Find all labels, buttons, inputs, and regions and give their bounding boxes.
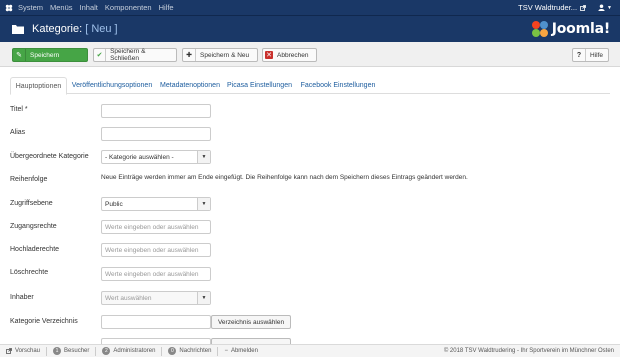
alias-label: Alias <box>10 129 26 136</box>
joomla-brand: Joomla! <box>530 19 610 39</box>
tab-main-options[interactable]: Hauptoptionen <box>10 77 67 95</box>
check-icon: ✔ <box>94 49 107 61</box>
menu-item-help[interactable]: Hilfe <box>159 3 174 12</box>
joomla-logo-icon <box>531 21 548 37</box>
cancel-button[interactable]: ✕ Abbrechen <box>262 48 317 62</box>
toolbar: ✎ Speichern ✔ Speichern & Schließen ✚ Sp… <box>0 42 620 67</box>
access-value: Public <box>105 200 123 208</box>
save-button-label: Speichern <box>30 51 60 59</box>
parent-category-value: - Kategorie auswählen - <box>105 153 174 161</box>
access-select[interactable]: Public ▼ <box>101 197 211 211</box>
visitors-label: Besucher <box>64 348 90 354</box>
edit-icon: ✎ <box>13 49 26 61</box>
joomla-logo-icon[interactable] <box>5 4 13 12</box>
messages-badge: 0 <box>168 347 177 355</box>
save-button[interactable]: ✎ Speichern <box>12 48 88 62</box>
page-title: Kategorie: [ Neu ] <box>32 23 118 35</box>
close-icon: ✕ <box>265 51 273 59</box>
menu-item-system[interactable]: System <box>18 3 43 12</box>
parent-category-select[interactable]: - Kategorie auswählen - ▼ <box>101 150 211 164</box>
save-new-button[interactable]: ✚ Speichern & Neu <box>182 48 258 62</box>
delete-rights-input[interactable]: Werte eingeben oder auswählen <box>101 267 211 281</box>
save-new-button-label: Speichern & Neu <box>200 51 250 59</box>
choose-directory-button[interactable]: Verzeichnis auswählen <box>211 315 291 329</box>
top-navbar: System Menüs Inhalt Komponenten Hilfe TS… <box>0 0 620 15</box>
access-rights-label: Zugangsrechte <box>10 223 57 230</box>
user-menu[interactable]: ▼ <box>598 4 612 11</box>
page-title-prefix: Kategorie: <box>32 23 86 35</box>
access-label: Zugriffsebene <box>10 200 53 207</box>
divider <box>217 346 219 356</box>
joomla-wordmark: Joomla! <box>551 21 610 37</box>
chevron-down-icon: ▼ <box>197 198 210 210</box>
title-label: Titel * <box>10 106 28 113</box>
user-icon <box>598 4 605 11</box>
tab-metadata-options[interactable]: Metadatenoptionen <box>160 77 220 94</box>
chevron-down-icon: ▼ <box>607 4 612 11</box>
save-close-button-label: Speichern & Schließen <box>110 48 146 62</box>
chevron-down-icon: ▼ <box>197 151 210 163</box>
page-title-status: [ Neu ] <box>85 23 118 35</box>
delete-rights-label: Löschrechte <box>10 269 49 276</box>
divider <box>95 346 97 356</box>
visitors-badge: 1 <box>53 347 62 355</box>
minus-icon: − <box>224 348 228 354</box>
page-header: Kategorie: [ Neu ] Joomla! <box>0 15 620 42</box>
save-close-button[interactable]: ✔ Speichern & Schließen <box>93 48 177 62</box>
help-button-label: Hilfe <box>589 51 603 59</box>
preview-link[interactable]: Vorschau <box>6 348 40 354</box>
divider <box>46 346 48 356</box>
main-menu: System Menüs Inhalt Komponenten Hilfe <box>18 3 174 12</box>
tab-bar: Hauptoptionen Veröffentlichungsoptionen … <box>10 77 610 95</box>
site-name: TSV Waldtruder... <box>518 3 578 12</box>
owner-label: Inhaber <box>10 294 34 301</box>
help-button[interactable]: ? Hilfe <box>572 48 609 62</box>
folder-icon <box>12 25 24 34</box>
owner-select[interactable]: Wert auswählen ▼ <box>101 291 211 305</box>
owner-placeholder: Wert auswählen <box>105 294 152 302</box>
cancel-button-label: Abbrechen <box>277 51 309 59</box>
ordering-label: Reihenfolge <box>10 176 48 183</box>
tab-publishing-options[interactable]: Veröffentlichungsoptionen <box>70 77 154 94</box>
menu-item-menus[interactable]: Menüs <box>50 3 73 12</box>
menu-item-components[interactable]: Komponenten <box>105 3 152 12</box>
logout-label: Abmelden <box>230 348 258 354</box>
visitors-status[interactable]: 1 Besucher <box>53 347 89 355</box>
parent-category-label: Übergeordnete Kategorie <box>10 153 89 160</box>
preview-label: Vorschau <box>15 348 41 354</box>
title-input[interactable] <box>101 104 211 118</box>
ordering-notice: Neue Einträge werden immer am Ende einge… <box>101 174 468 181</box>
tab-picasa-settings[interactable]: Picasa Einstellungen <box>226 77 293 94</box>
status-bar: Vorschau 1 Besucher 2 Administratoren 0 … <box>0 344 620 357</box>
logout-link[interactable]: − Abmelden <box>224 348 258 354</box>
divider <box>161 346 163 356</box>
site-link[interactable]: TSV Waldtruder... <box>518 3 586 12</box>
question-icon: ? <box>573 49 586 61</box>
category-directory-input[interactable] <box>101 315 211 329</box>
copyright-text: © 2018 TSV Waldtrudering - Ihr Sportvere… <box>443 348 614 354</box>
admins-badge: 2 <box>102 347 111 355</box>
admins-label: Administratoren <box>113 348 156 354</box>
access-rights-input[interactable]: Werte eingeben oder auswählen <box>101 220 211 234</box>
messages-status[interactable]: 0 Nachrichten <box>168 347 211 355</box>
external-link-icon <box>580 4 586 11</box>
upload-rights-input[interactable]: Werte eingeben oder auswählen <box>101 243 211 257</box>
messages-label: Nachrichten <box>179 348 212 354</box>
alias-input[interactable] <box>101 127 211 141</box>
admins-status[interactable]: 2 Administratoren <box>102 347 155 355</box>
plus-icon: ✚ <box>183 49 196 61</box>
external-link-icon <box>6 348 12 354</box>
category-directory-label: Kategorie Verzeichnis <box>10 318 78 325</box>
menu-item-content[interactable]: Inhalt <box>80 3 98 12</box>
upload-rights-label: Hochladerechte <box>10 246 60 253</box>
tab-facebook-settings[interactable]: Facebook Einstellungen <box>300 77 376 94</box>
chevron-down-icon: ▼ <box>197 292 210 304</box>
